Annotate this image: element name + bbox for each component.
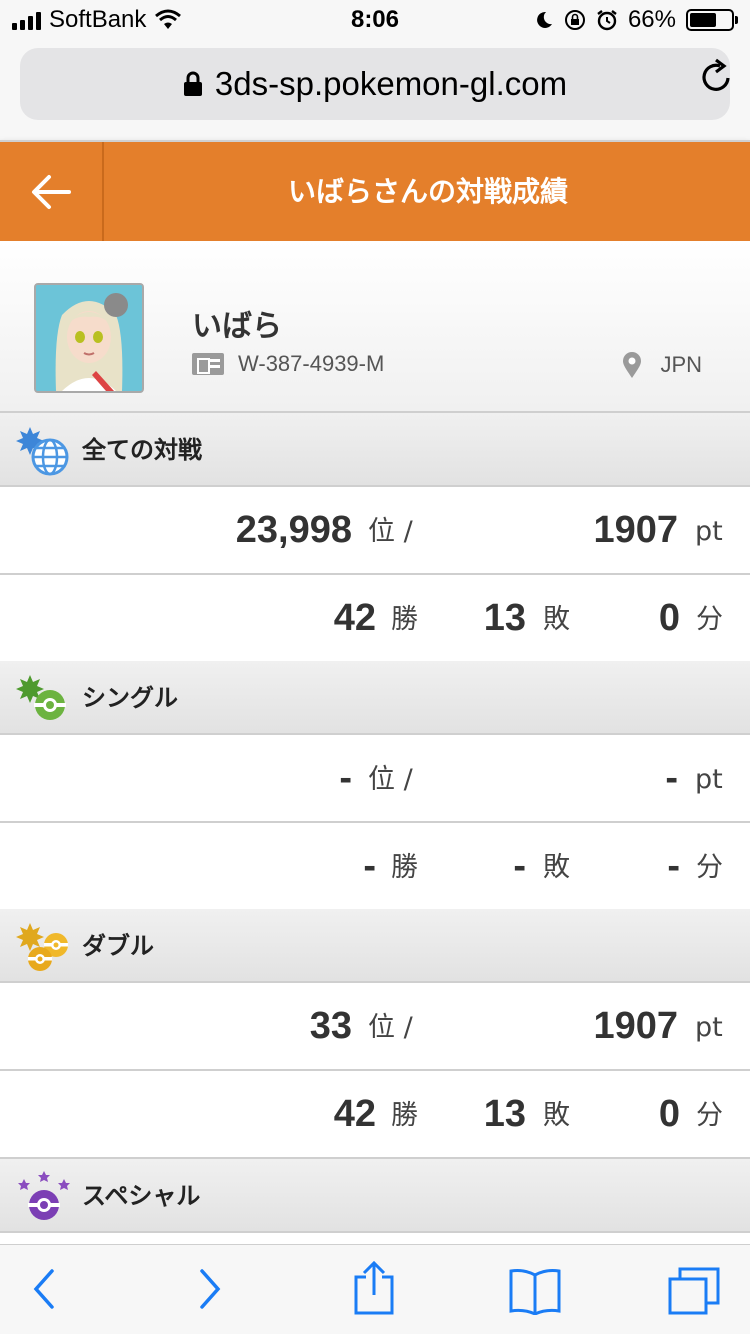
double-losses-unit: 敗 (543, 1100, 570, 1131)
globe-icon (16, 427, 69, 476)
battery-fill (690, 13, 717, 27)
single-points-value: - (665, 757, 678, 799)
location-pin-icon (623, 352, 642, 378)
double-draws-unit: 分 (696, 1100, 723, 1131)
profile-card: いばら W-387-4939-M JPN (0, 241, 750, 413)
section-double-header: ダブル (0, 909, 750, 983)
double-points-value: 1907 (593, 1005, 678, 1047)
tabs-icon[interactable] (668, 1267, 720, 1315)
url-text: 3ds-sp.pokemon-gl.com (214, 65, 568, 102)
status-right: 66% (534, 6, 738, 34)
alarm-icon (597, 10, 617, 31)
single-rank-value: - (339, 757, 352, 799)
all-points-unit: pt (695, 516, 723, 547)
all-losses-unit: 敗 (543, 604, 570, 635)
avatar (34, 283, 144, 393)
all-losses-value: 13 (483, 597, 526, 639)
profile-id: W-387-4939-M (192, 351, 384, 377)
profile-id-text: W-387-4939-M (238, 351, 385, 376)
single-wins-unit: 勝 (391, 852, 418, 883)
all-wins-unit: 勝 (391, 604, 418, 635)
browser-toolbar (0, 1244, 750, 1334)
all-points-value: 1907 (593, 509, 678, 551)
double-points-unit: pt (695, 1012, 723, 1043)
trainer-card-icon (192, 353, 224, 375)
single-draws-value: - (667, 845, 680, 887)
status-bar: SoftBank 8:06 66% (0, 0, 750, 40)
double-wins-unit: 勝 (391, 1100, 418, 1131)
profile-region: JPN (622, 351, 702, 379)
all-draws-unit: 分 (696, 604, 723, 635)
moon-icon (537, 11, 552, 28)
section-all-header: 全ての対戦 (0, 413, 750, 487)
section-double-label: ダブル (82, 932, 154, 960)
double-rank-unit: 位 / (368, 1012, 413, 1043)
double-wins-value: 42 (333, 1093, 376, 1135)
rotation-lock-icon (564, 10, 585, 30)
single-rank-unit: 位 / (368, 764, 413, 795)
section-single-label: シングル (82, 684, 178, 712)
all-draws-value: 0 (658, 597, 680, 639)
section-single-header: シングル (0, 661, 750, 735)
section-all-record-row: 42 勝 13 敗 0 分 (0, 575, 750, 663)
all-rank-value: 23,998 (235, 509, 352, 551)
section-all-label: 全ての対戦 (82, 436, 202, 464)
double-losses-value: 13 (483, 1093, 526, 1135)
address-bar[interactable]: 3ds-sp.pokemon-gl.com (20, 48, 730, 120)
single-points-unit: pt (695, 764, 723, 795)
bookmarks-icon[interactable] (508, 1267, 562, 1315)
all-wins-value: 42 (333, 597, 376, 639)
page-header: いばらさんの対戦成績 (0, 140, 750, 241)
single-battle-icon (16, 675, 66, 720)
back-arrow-icon (32, 174, 71, 209)
section-special-header: スペシャル (0, 1159, 750, 1233)
single-losses-unit: 敗 (543, 852, 570, 883)
double-battle-icon (16, 923, 68, 971)
double-rank-value: 33 (309, 1005, 352, 1047)
forward-icon[interactable] (196, 1267, 224, 1311)
single-wins-value: - (363, 845, 376, 887)
page-title: いばらさんの対戦成績 (287, 175, 568, 208)
section-double-rank-row: 33 位 / 1907 pt (0, 983, 750, 1071)
profile-region-text: JPN (660, 352, 702, 377)
back-button[interactable] (0, 142, 104, 241)
reload-icon[interactable] (700, 58, 734, 94)
section-special-label: スペシャル (82, 1182, 201, 1210)
single-losses-value: - (513, 845, 526, 887)
double-draws-value: 0 (658, 1093, 680, 1135)
special-battle-icon (18, 1171, 70, 1220)
lock-icon (183, 71, 202, 96)
all-rank-unit: 位 / (368, 516, 413, 547)
section-all-rank-row: 23,998 位 / 1907 pt (0, 487, 750, 575)
battery-percent: 66% (627, 6, 676, 33)
section-double-record-row: 42 勝 13 敗 0 分 (0, 1071, 750, 1159)
profile-name: いばら (192, 309, 282, 344)
single-draws-unit: 分 (696, 852, 723, 883)
back-icon[interactable] (30, 1267, 58, 1311)
section-single-rank-row: - 位 / - pt (0, 735, 750, 823)
share-icon[interactable] (352, 1261, 396, 1315)
browser-url-area: 3ds-sp.pokemon-gl.com (0, 40, 750, 140)
section-single-record-row: - 勝 - 敗 - 分 (0, 823, 750, 911)
battery-icon (686, 9, 738, 31)
